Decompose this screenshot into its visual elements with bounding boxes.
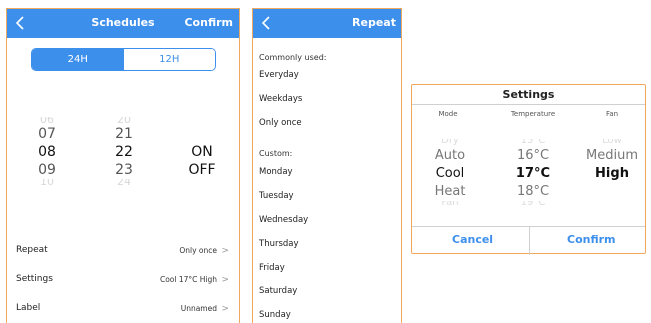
- hour-selected: 08: [38, 144, 56, 160]
- mode-option: Dry: [441, 139, 459, 146]
- mode-option: Fan: [441, 201, 459, 208]
- cancel-button[interactable]: Cancel: [452, 233, 493, 246]
- format-12h-button[interactable]: 12H: [123, 49, 215, 70]
- repeat-day-thursday[interactable]: Thursday: [259, 239, 299, 249]
- minute-option: 24: [117, 179, 131, 187]
- mode-option: Heat: [434, 184, 466, 199]
- on-off-wheel[interactable]: ON OFF: [177, 143, 227, 179]
- repeat-day-wednesday[interactable]: Wednesday: [259, 215, 308, 225]
- label-value: Unnamed: [180, 304, 217, 313]
- mode-wheel[interactable]: Dry Auto Cool Heat Fan: [420, 139, 480, 209]
- repeat-day-saturday[interactable]: Saturday: [259, 286, 297, 296]
- repeat-option-only-once[interactable]: Only once: [259, 118, 302, 128]
- temperature-option: 15°C: [520, 139, 546, 146]
- settings-dialog: Settings Mode Temperature Fan Dry Auto C…: [411, 84, 646, 255]
- repeat-screen: Repeat Commonly used: Everyday Weekdays …: [252, 8, 402, 323]
- confirm-button[interactable]: Confirm: [184, 16, 233, 29]
- temperature-option: 18°C: [516, 184, 550, 199]
- commonly-used-header: Commonly used:: [259, 53, 327, 62]
- fan-selected: High: [595, 166, 629, 181]
- temperature-column-header: Temperature: [510, 110, 556, 118]
- repeat-header: Repeat: [253, 9, 401, 38]
- chevron-right-icon: >: [221, 304, 229, 314]
- temperature-option: 19°C: [520, 201, 546, 208]
- hour-option: 10: [40, 179, 54, 187]
- mode-selected: Cool: [435, 166, 465, 181]
- page-title: Repeat: [352, 16, 396, 29]
- hour-option: 06: [40, 117, 54, 125]
- fan-wheel[interactable]: Low Medium High: [578, 139, 646, 183]
- fan-option: Medium: [586, 148, 638, 163]
- repeat-row[interactable]: Repeat Only once >: [16, 241, 231, 261]
- repeat-day-tuesday[interactable]: Tuesday: [259, 191, 294, 201]
- minute-option: 23: [115, 162, 133, 178]
- fan-column-header: Fan: [605, 110, 619, 118]
- settings-value: Cool 17°C High: [159, 275, 217, 284]
- state-off-option: OFF: [188, 162, 216, 178]
- minute-option: 21: [115, 126, 133, 142]
- label-label: Label: [16, 303, 41, 313]
- chevron-right-icon: >: [221, 275, 229, 285]
- settings-row[interactable]: Settings Cool 17°C High >: [16, 270, 231, 290]
- state-on-option: ON: [191, 144, 213, 160]
- schedules-header: Schedules Confirm: [7, 9, 239, 38]
- back-icon[interactable]: [260, 15, 274, 31]
- repeat-day-sunday[interactable]: Sunday: [259, 310, 291, 320]
- mode-column-header: Mode: [438, 110, 458, 118]
- confirm-button[interactable]: Confirm: [567, 233, 616, 246]
- hour-option: 07: [38, 126, 56, 142]
- repeat-label: Repeat: [16, 245, 48, 255]
- divider: [412, 104, 645, 105]
- format-24h-button[interactable]: 24H: [32, 49, 124, 70]
- temperature-selected: 17°C: [515, 166, 551, 181]
- mode-option: Auto: [434, 148, 466, 163]
- repeat-day-friday[interactable]: Friday: [259, 263, 285, 273]
- dialog-title: Settings: [502, 88, 555, 101]
- minute-option: 20: [117, 117, 131, 125]
- custom-header: Custom:: [259, 149, 293, 158]
- minute-selected: 22: [115, 144, 133, 160]
- fan-option: Low: [602, 139, 622, 146]
- chevron-right-icon: >: [221, 246, 229, 256]
- hour-option: 09: [38, 162, 56, 178]
- temperature-option: 16°C: [516, 148, 550, 163]
- hour-wheel[interactable]: 06 07 08 09 10: [27, 117, 67, 187]
- schedules-screen: Schedules Confirm 24H 12H 06 07 08 09 10…: [6, 8, 240, 323]
- repeat-day-monday[interactable]: Monday: [259, 167, 293, 177]
- repeat-value: Only once: [179, 246, 217, 255]
- label-row[interactable]: Label Unnamed >: [16, 299, 231, 319]
- temperature-wheel[interactable]: 15°C 16°C 17°C 18°C 19°C: [500, 139, 566, 209]
- repeat-option-everyday[interactable]: Everyday: [259, 70, 299, 80]
- minute-wheel[interactable]: 20 21 22 23 24: [104, 117, 144, 187]
- button-separator: [529, 226, 530, 255]
- time-format-toggle: 24H 12H: [31, 48, 216, 71]
- settings-label: Settings: [16, 274, 53, 284]
- repeat-option-weekdays[interactable]: Weekdays: [259, 94, 302, 104]
